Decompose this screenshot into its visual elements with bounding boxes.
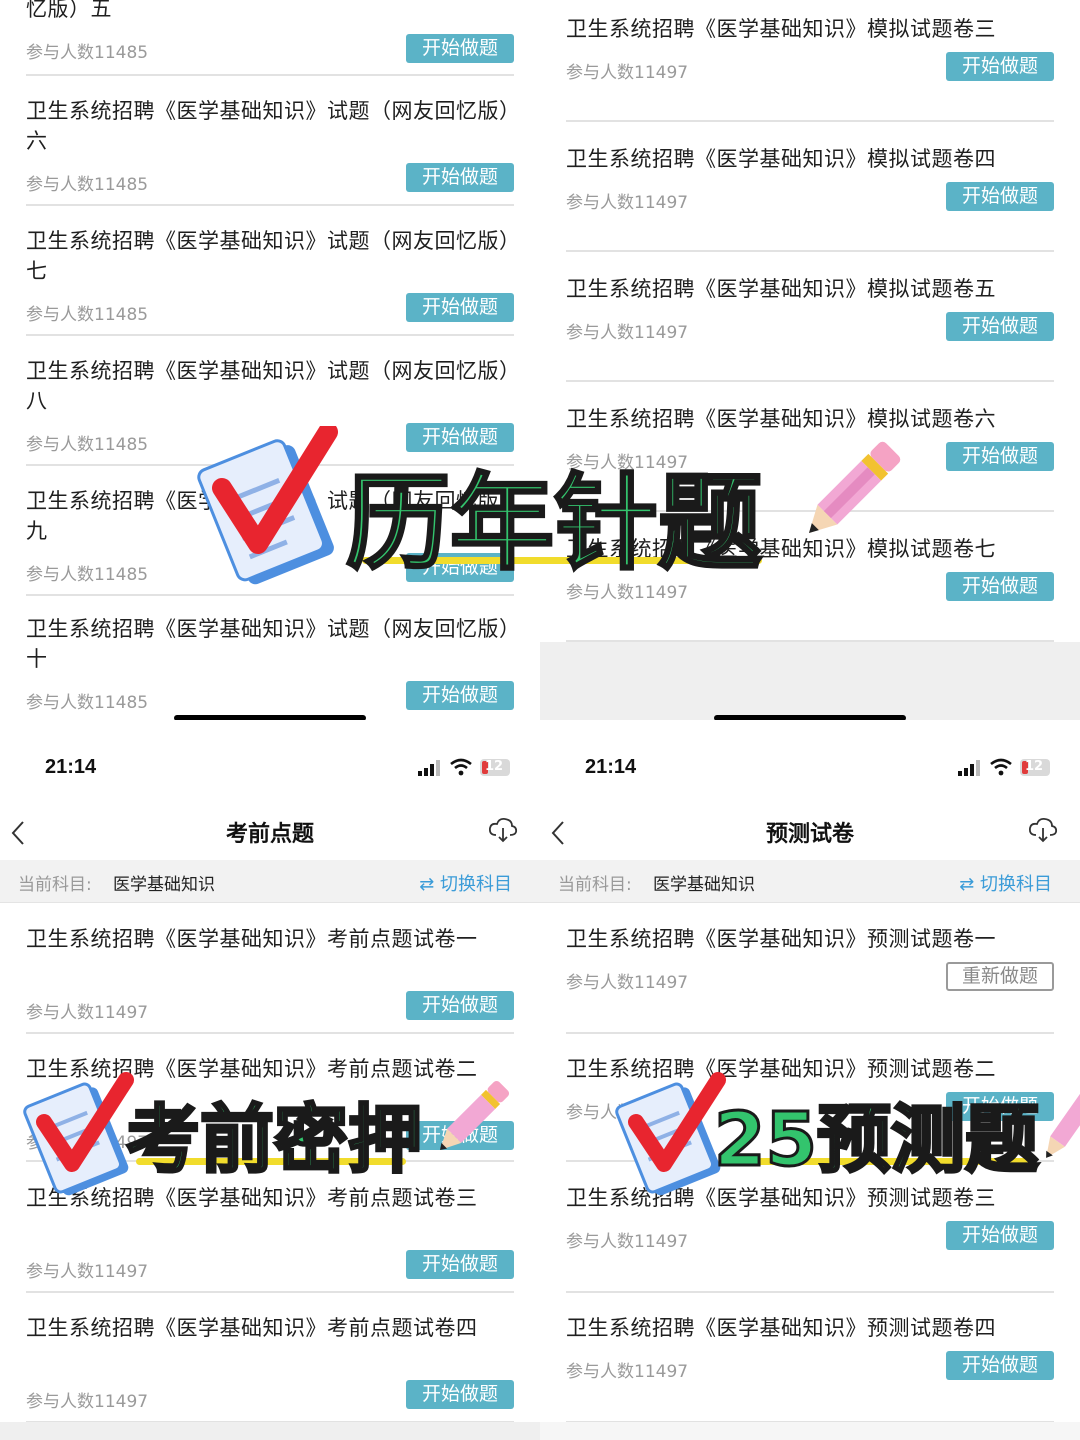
checkmark-document-icon xyxy=(615,1072,726,1196)
list-item[interactable]: 卫生系统招聘《医学基础知识》考前点题试卷一 参与人数11497 开始做题 xyxy=(26,924,514,1034)
item-title: 忆版）五 xyxy=(26,0,112,21)
item-title: 卫生系统招聘《医学基础知识》试题（网友回忆版）八 xyxy=(26,359,510,413)
start-button[interactable]: 开始做题 xyxy=(946,442,1054,471)
overlay-title-predict: 25预测题 xyxy=(713,1096,1041,1185)
start-button[interactable]: 开始做题 xyxy=(946,52,1054,81)
list-item[interactable]: 卫生系统招聘《医学基础知识》模拟试题卷三 参与人数11497 开始做题 xyxy=(566,14,1054,122)
participant-count: 参与人数11497 xyxy=(26,1003,149,1023)
participant-count: 参与人数11485 xyxy=(26,43,149,63)
participant-count: 参与人数11485 xyxy=(26,305,149,325)
list-item[interactable]: 卫生系统招聘《医学基础知识》考前点题试卷四 参与人数11497 开始做题 xyxy=(26,1313,514,1423)
subject-value: 医学基础知识 xyxy=(113,875,215,895)
wifi-icon xyxy=(990,758,1012,776)
list-item[interactable]: 卫生系统招聘《医学基础知识》模拟试题卷四 参与人数11497 开始做题 xyxy=(566,144,1054,252)
switch-subject-button[interactable]: ⇄ 切换科目 xyxy=(959,870,1052,896)
battery-level: 12 xyxy=(1025,759,1044,774)
pencil-icon xyxy=(808,441,901,534)
subject-bar: 当前科目: 医学基础知识 ⇄ 切换科目 xyxy=(0,860,540,903)
subject-value: 医学基础知识 xyxy=(653,875,755,895)
start-button[interactable]: 开始做题 xyxy=(406,293,514,322)
status-bar: 21:14 12 xyxy=(540,720,1080,808)
item-title: 卫生系统招聘《医学基础知识》考前点题试卷四 xyxy=(26,1316,478,1340)
item-title: 卫生系统招聘《医学基础知识》预测试题卷四 xyxy=(566,1316,996,1340)
pencil-icon xyxy=(440,1080,510,1150)
participant-count: 参与人数11485 xyxy=(26,565,149,585)
item-title: 卫生系统招聘《医学基础知识》模拟试题卷三 xyxy=(566,17,996,41)
participant-count: 参与人数11497 xyxy=(566,323,689,343)
item-title: 卫生系统招聘《医学基础知识》考前点题试卷一 xyxy=(26,927,478,951)
empty-area xyxy=(540,1422,1080,1440)
participant-count: 参与人数11485 xyxy=(26,175,149,195)
list-item[interactable]: 卫生系统招聘《医学基础知识》试题（网友回忆版）十 参与人数11485 开始做题 xyxy=(26,614,514,720)
item-title: 卫生系统招聘《医学基础知识》试题（网友回忆版）六 xyxy=(26,99,510,153)
cloud-download-icon[interactable] xyxy=(1028,816,1058,844)
empty-area xyxy=(0,1422,540,1440)
participant-count: 参与人数11497 xyxy=(566,1362,689,1382)
item-title: 卫生系统招聘《医学基础知识》预测试题卷一 xyxy=(566,927,996,951)
checkmark-document-icon xyxy=(197,426,338,585)
nav-bar: 预测试卷 xyxy=(540,808,1080,860)
participant-count: 参与人数11497 xyxy=(26,1262,149,1282)
signal-icon xyxy=(418,760,440,776)
start-button[interactable]: 开始做题 xyxy=(406,1380,514,1409)
item-title: 卫生系统招聘《医学基础知识》模拟试题卷五 xyxy=(566,277,996,301)
page-title: 预测试卷 xyxy=(765,822,854,847)
start-button[interactable]: 开始做题 xyxy=(946,182,1054,211)
page-title: 考前点题 xyxy=(225,822,314,847)
subject-bar: 当前科目: 医学基础知识 ⇄ 切换科目 xyxy=(540,860,1080,903)
empty-area xyxy=(540,642,1080,720)
start-button[interactable]: 开始做题 xyxy=(406,163,514,192)
clock: 21:14 xyxy=(585,756,637,778)
nav-bar: 考前点题 xyxy=(0,808,540,860)
overlay-title-main: 历年针题 xyxy=(344,461,763,586)
list-item[interactable]: 忆版）五 参与人数11485 开始做题 xyxy=(26,0,514,76)
pencil-icon xyxy=(1046,1093,1080,1158)
panel-real-exam-list: 忆版）五 参与人数11485 开始做题 卫生系统招聘《医学基础知识》试题（网友回… xyxy=(0,0,540,720)
list-item[interactable]: 卫生系统招聘《医学基础知识》试题（网友回忆版）六 参与人数11485 开始做题 xyxy=(26,96,514,206)
start-button[interactable]: 开始做题 xyxy=(406,1250,514,1279)
status-bar: 21:14 12 xyxy=(0,720,540,808)
list-item[interactable]: 卫生系统招聘《医学基础知识》试题（网友回忆版）七 参与人数11485 开始做题 xyxy=(26,226,514,336)
subject-label: 当前科目: xyxy=(18,875,92,895)
participant-count: 参与人数11497 xyxy=(566,973,689,993)
participant-count: 参与人数11497 xyxy=(26,1392,149,1412)
cloud-download-icon[interactable] xyxy=(488,816,518,844)
start-button[interactable]: 开始做题 xyxy=(946,1221,1054,1250)
participant-count: 参与人数11497 xyxy=(566,1232,689,1252)
start-button[interactable]: 开始做题 xyxy=(946,1351,1054,1380)
overlay-title-exam: 考前密押 xyxy=(125,1096,424,1185)
start-button[interactable]: 开始做题 xyxy=(946,572,1054,601)
list-item[interactable]: 卫生系统招聘《医学基础知识》预测试题卷四 参与人数11497 开始做题 xyxy=(566,1313,1054,1423)
battery-level: 12 xyxy=(485,759,504,774)
item-title: 卫生系统招聘《医学基础知识》试题（网友回忆版）十 xyxy=(26,617,510,671)
participant-count: 参与人数11485 xyxy=(26,693,149,713)
redo-button[interactable]: 重新做题 xyxy=(946,962,1054,991)
start-button[interactable]: 开始做题 xyxy=(946,312,1054,341)
panel-mock-exam-list: 卫生系统招聘《医学基础知识》模拟试题卷三 参与人数11497 开始做题 卫生系统… xyxy=(540,0,1080,720)
participant-count: 参与人数11485 xyxy=(26,435,149,455)
participant-count: 参与人数11497 xyxy=(566,63,689,83)
battery-icon: 12 xyxy=(480,759,510,776)
list-item[interactable]: 卫生系统招聘《医学基础知识》模拟试题卷五 参与人数11497 开始做题 xyxy=(566,274,1054,382)
item-title: 卫生系统招聘《医学基础知识》模拟试题卷六 xyxy=(566,407,996,431)
item-title: 卫生系统招聘《医学基础知识》模拟试题卷四 xyxy=(566,147,996,171)
signal-icon xyxy=(958,760,980,776)
subject-label: 当前科目: xyxy=(558,875,632,895)
wifi-icon xyxy=(450,758,472,776)
start-button[interactable]: 开始做题 xyxy=(406,681,514,710)
switch-subject-button[interactable]: ⇄ 切换科目 xyxy=(419,870,512,896)
battery-icon: 12 xyxy=(1020,759,1050,776)
start-button[interactable]: 开始做题 xyxy=(406,34,514,63)
checkmark-document-icon xyxy=(23,1072,134,1196)
participant-count: 参与人数11497 xyxy=(566,193,689,213)
start-button[interactable]: 开始做题 xyxy=(406,991,514,1020)
item-title: 卫生系统招聘《医学基础知识》试题（网友回忆版）七 xyxy=(26,229,510,283)
list-item[interactable]: 卫生系统招聘《医学基础知识》预测试题卷一 参与人数11497 重新做题 xyxy=(566,924,1054,1034)
clock: 21:14 xyxy=(45,756,97,778)
